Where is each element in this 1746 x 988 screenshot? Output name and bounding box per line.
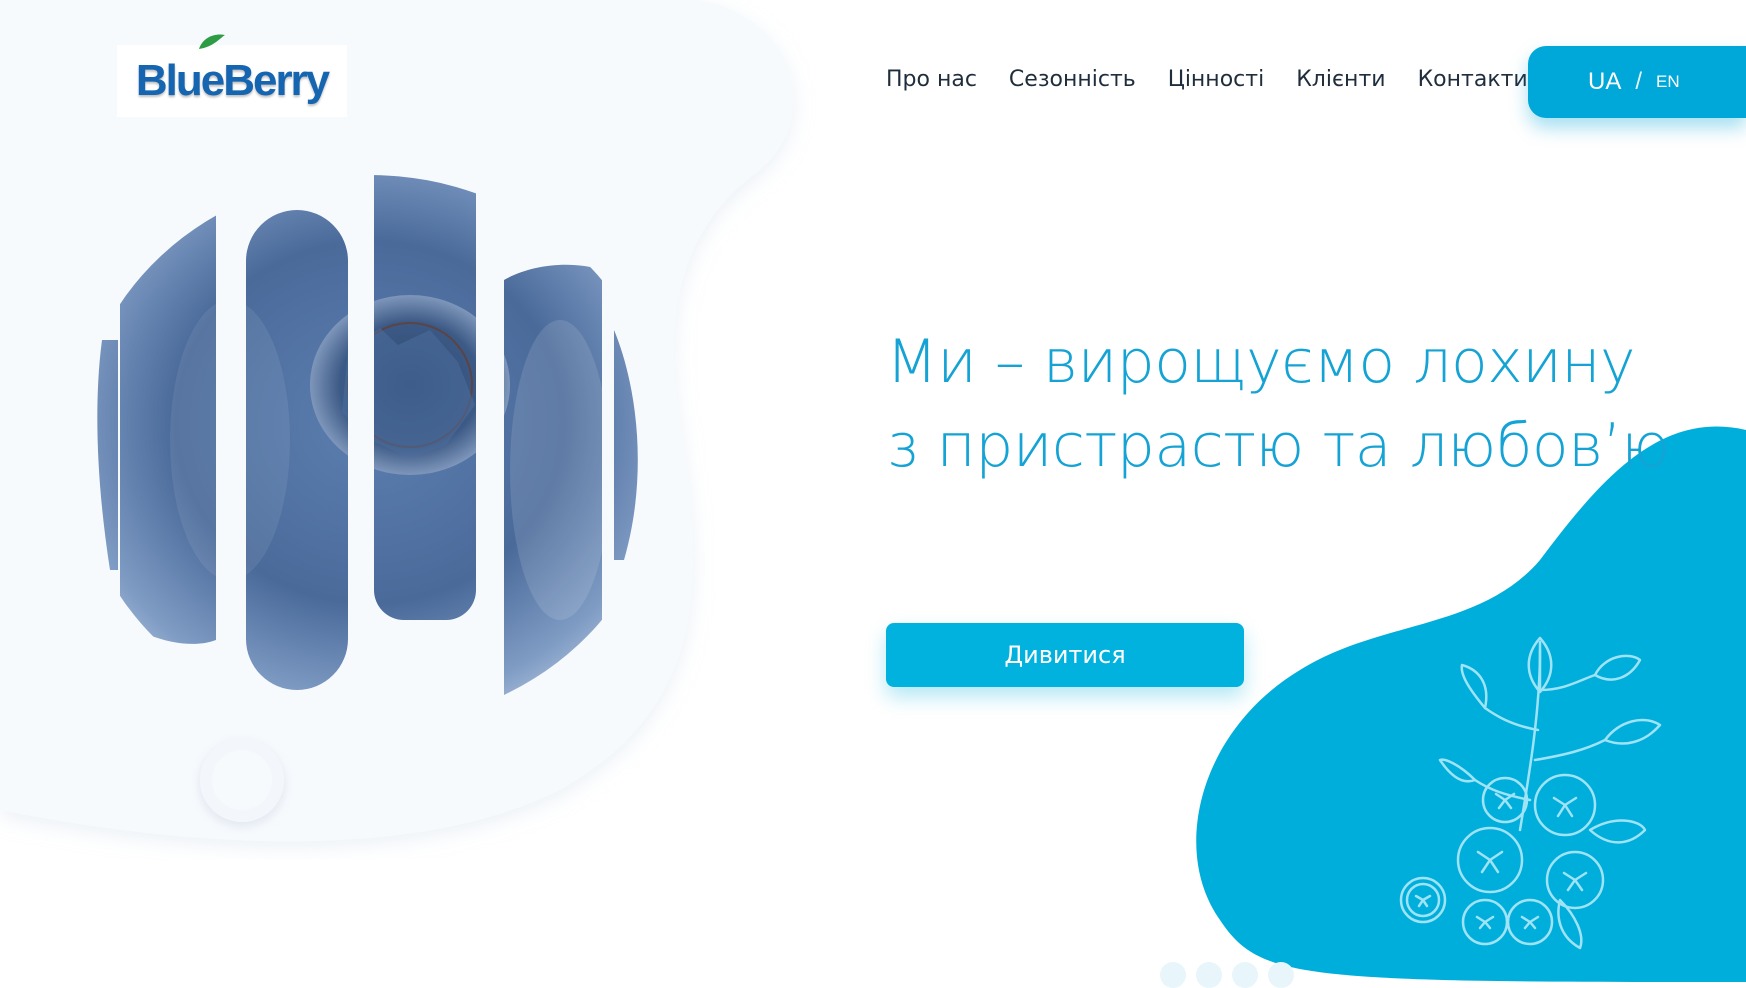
nav-item-contacts[interactable]: Контакти bbox=[1418, 60, 1528, 100]
carousel-dot[interactable] bbox=[1268, 962, 1294, 988]
language-switcher: UA / EN bbox=[1528, 46, 1746, 118]
brand-logo[interactable]: BlueBerry bbox=[117, 34, 347, 117]
carousel-dot[interactable] bbox=[1160, 962, 1186, 988]
nav-item-seasonality[interactable]: Сезонність bbox=[1009, 60, 1136, 100]
nav-item-about[interactable]: Про нас bbox=[886, 60, 977, 100]
main-nav: Про нас Сезонність Цінності Клієнти Конт… bbox=[886, 60, 1528, 100]
nav-item-clients[interactable]: Клієнти bbox=[1296, 60, 1385, 100]
language-separator: / bbox=[1635, 68, 1643, 95]
hero-title-line2: з пристрастю та любов’ю bbox=[886, 411, 1670, 481]
leaf-icon bbox=[199, 34, 225, 49]
blueberry-branch-icon bbox=[1399, 636, 1662, 950]
language-ua-button[interactable]: UA bbox=[1588, 68, 1621, 96]
language-en-button[interactable]: EN bbox=[1656, 72, 1680, 92]
nav-item-values[interactable]: Цінності bbox=[1168, 60, 1264, 100]
carousel-dot[interactable] bbox=[1196, 962, 1222, 988]
blueberry-photo bbox=[97, 175, 638, 700]
logo-text: BlueBerry bbox=[135, 56, 330, 105]
hero-title-line1: Ми – вирощуємо лохину bbox=[886, 327, 1636, 397]
view-button[interactable]: Дивитися bbox=[886, 623, 1244, 687]
ring-icon[interactable] bbox=[200, 738, 284, 822]
hero-title: Ми – вирощуємо лохину з пристрастю та лю… bbox=[886, 320, 1686, 488]
carousel-dots bbox=[1160, 962, 1294, 988]
carousel-dot[interactable] bbox=[1232, 962, 1258, 988]
